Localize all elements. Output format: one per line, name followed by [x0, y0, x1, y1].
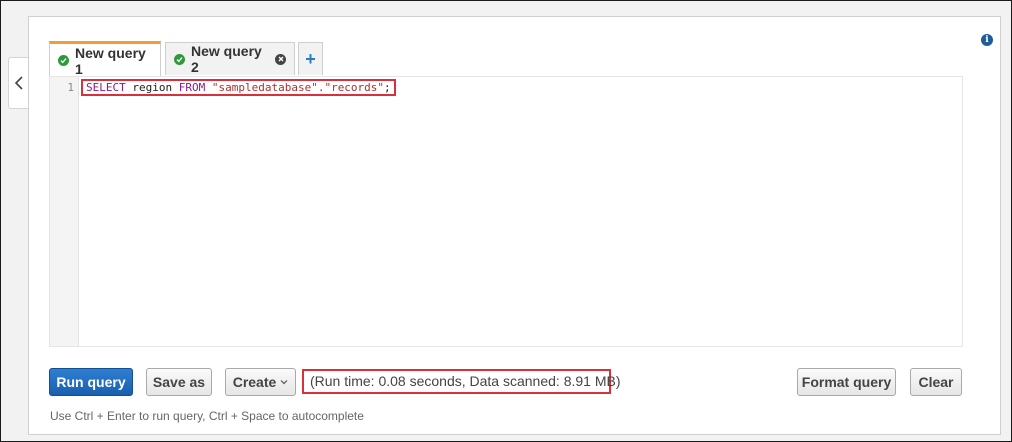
sql-column: region	[125, 81, 179, 94]
add-tab-button[interactable]: +	[298, 42, 323, 75]
chevron-left-icon	[15, 76, 23, 90]
sql-space	[205, 81, 212, 94]
create-label: Create	[232, 374, 277, 390]
clear-button[interactable]: Clear	[910, 368, 962, 396]
sql-terminator: ;	[384, 81, 391, 94]
tab-label: New query 1	[75, 44, 146, 77]
code-line[interactable]: SELECT region FROM "sampledatabase"."rec…	[81, 79, 396, 96]
collapse-sidebar-button[interactable]	[8, 57, 29, 109]
tab-label: New query 2	[191, 43, 262, 75]
check-circle-icon	[58, 55, 69, 66]
create-dropdown-button[interactable]: Create	[225, 368, 296, 396]
query-editor-panel: i New query 1 New query 2 + 1 SELECT reg…	[28, 16, 1001, 435]
save-as-button[interactable]: Save as	[146, 368, 212, 396]
chevron-down-icon	[280, 380, 288, 385]
close-circle-icon[interactable]	[275, 53, 286, 65]
format-query-button[interactable]: Format query	[797, 368, 896, 396]
line-number: 1	[67, 81, 74, 94]
tab-new-query-2[interactable]: New query 2	[165, 42, 295, 75]
keyboard-hint: Use Ctrl + Enter to run query, Ctrl + Sp…	[50, 409, 364, 423]
sql-table-name: "sampledatabase"."records"	[211, 81, 385, 94]
sql-keyword: FROM	[178, 81, 206, 94]
plus-icon: +	[305, 48, 316, 69]
run-query-button[interactable]: Run query	[49, 368, 133, 396]
app-frame: i New query 1 New query 2 + 1 SELECT reg…	[0, 0, 1012, 442]
sql-editor[interactable]: 1 SELECT region FROM "sampledatabase"."r…	[49, 76, 963, 347]
sql-keyword: SELECT	[86, 81, 126, 94]
info-icon[interactable]: i	[981, 34, 993, 46]
query-status: (Run time: 0.08 seconds, Data scanned: 8…	[302, 369, 621, 394]
tab-new-query-1[interactable]: New query 1	[49, 41, 161, 77]
line-gutter: 1	[50, 77, 79, 346]
check-circle-icon	[174, 53, 185, 65]
